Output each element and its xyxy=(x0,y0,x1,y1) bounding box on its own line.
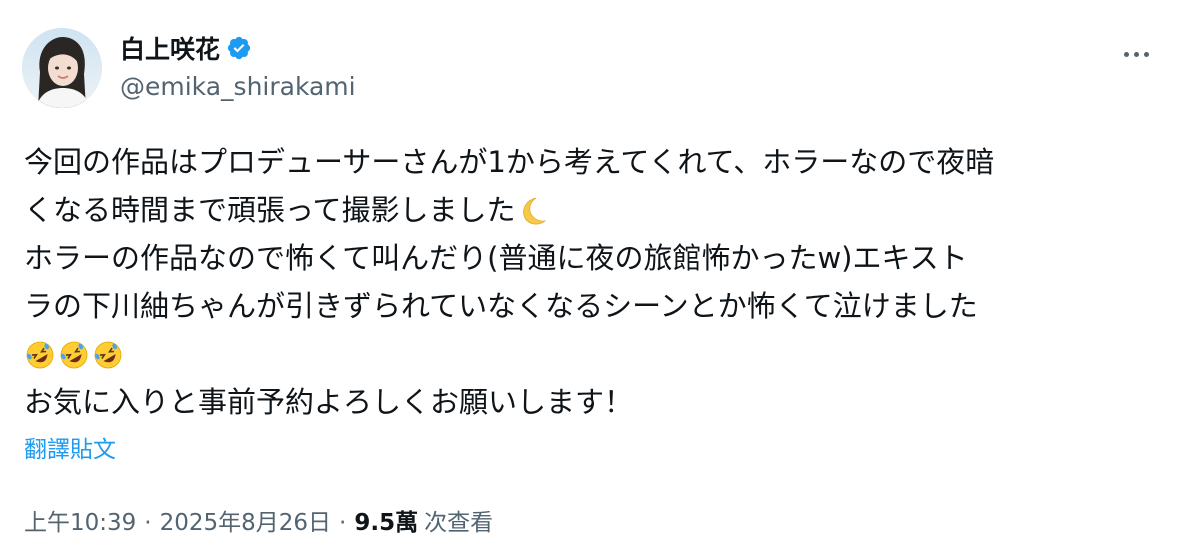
avatar[interactable] xyxy=(22,28,102,108)
tweet-line: ラの下川紬ちゃんが引きずられていなくなるシーンとか怖くて泣けました xyxy=(24,289,978,323)
views-count[interactable]: 9.5萬 xyxy=(354,503,418,537)
tweet-header: 白上咲花 @emika_shirakami xyxy=(22,28,1162,110)
rolling-laughing-icon xyxy=(58,337,90,369)
views-label: 次查看 xyxy=(424,510,494,536)
tweet-card: 白上咲花 @emika_shirakami 今回の作品はプロデューサーさんが1か… xyxy=(0,0,1182,550)
tweet-date[interactable]: 2025年8月26日 xyxy=(160,503,331,537)
crescent-moon-icon xyxy=(516,193,548,225)
translate-post-link[interactable]: 翻譯貼文 xyxy=(24,430,116,464)
tweet-time[interactable]: 上午10:39 xyxy=(24,503,136,537)
more-dot-icon xyxy=(1133,51,1139,57)
rolling-laughing-icon xyxy=(24,337,56,369)
verified-badge-icon[interactable] xyxy=(226,35,252,61)
author-handle[interactable]: @emika_shirakami xyxy=(120,72,356,101)
meta-separator: · xyxy=(339,510,347,536)
author-name-row: 白上咲花 xyxy=(120,30,356,66)
meta-separator: · xyxy=(144,510,152,536)
tweet-line: 今回の作品はプロデューサーさんが1から考えてくれて、ホラーなので夜暗 xyxy=(24,145,995,179)
tweet-line: お気に入りと事前予約よろしくお願いします！ xyxy=(24,385,634,419)
more-dot-icon xyxy=(1123,51,1129,57)
tweet-line-text: くなる時間まで頑張って撮影しました xyxy=(24,193,516,227)
avatar-photo-icon xyxy=(22,28,102,108)
more-options-button[interactable] xyxy=(1116,42,1156,66)
tweet-meta: 上午10:39 · 2025年8月26日 · 9.5萬 次查看 xyxy=(24,503,493,537)
more-dot-icon xyxy=(1143,51,1149,57)
rolling-laughing-icon xyxy=(92,337,124,369)
tweet-line-with-emoji: くなる時間まで頑張って撮影しました xyxy=(24,186,1164,234)
tweet-text: 今回の作品はプロデューサーさんが1から考えてくれて、ホラーなので夜暗 くなる時間… xyxy=(24,138,1164,426)
emoji-line xyxy=(24,330,1164,378)
display-name[interactable]: 白上咲花 xyxy=(120,30,220,66)
author-info: 白上咲花 @emika_shirakami xyxy=(120,30,356,101)
tweet-line: ホラーの作品なので怖くて叫んだり(普通に夜の旅館怖かったw)エキスト xyxy=(24,241,968,275)
